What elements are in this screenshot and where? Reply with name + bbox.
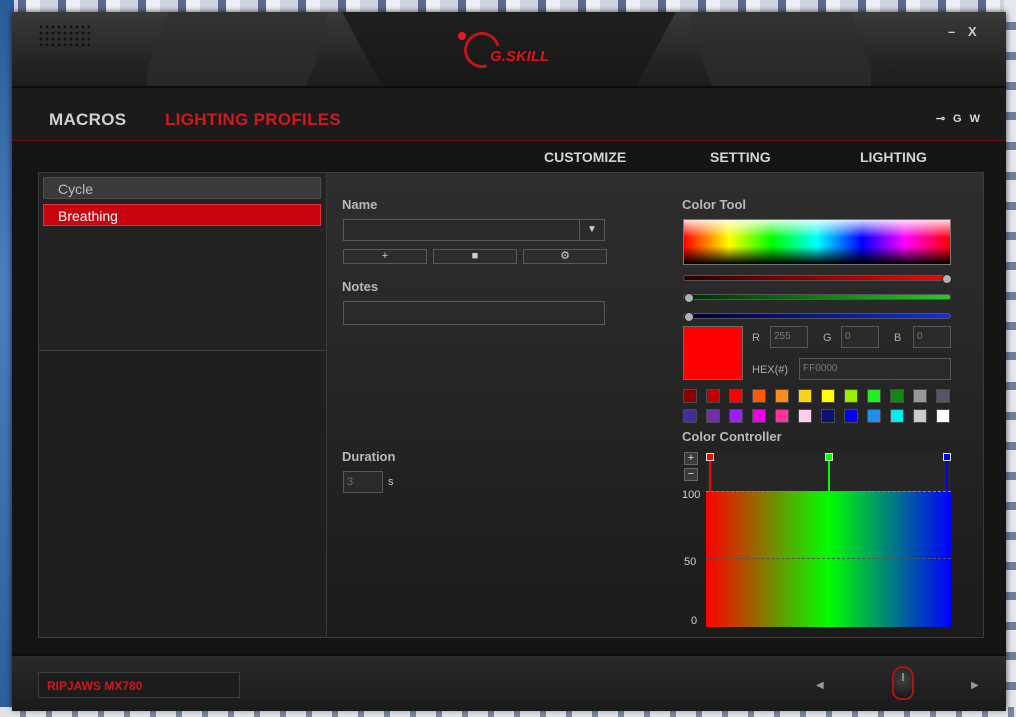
gradient-stop-stem [827,461,830,491]
duration-input[interactable]: 3 [343,471,383,493]
duration-unit: s [388,476,394,488]
next-device-button[interactable]: ▶ [971,680,979,691]
palette-swatch[interactable] [683,389,697,403]
gradient-preview [706,491,951,627]
delete-profile-button[interactable]: ■ [433,249,517,264]
y-tick-0: 0 [691,615,698,627]
nav-icon-group: ⊸ G W [928,112,980,125]
palette-swatch[interactable] [913,389,927,403]
title-bar[interactable]: G.SKILL – X [12,12,1006,88]
palette-swatch[interactable] [798,389,812,403]
palette-swatch[interactable] [775,409,789,423]
palette-swatch[interactable] [821,389,835,403]
palette-swatch[interactable] [936,389,950,403]
palette-swatch[interactable] [752,409,766,423]
palette-swatch[interactable] [844,389,858,403]
b-input[interactable]: 0 [913,326,951,348]
palette-swatch[interactable] [775,389,789,403]
palette-swatch[interactable] [867,409,881,423]
blue-slider-handle[interactable] [684,312,694,322]
green-slider[interactable] [683,293,951,303]
notes-label: Notes [342,279,379,294]
subtab-setting[interactable]: SETTING [710,149,771,165]
palette-swatch[interactable] [890,409,904,423]
notes-field[interactable] [343,301,605,325]
w-button[interactable]: W [970,113,980,125]
palette-swatch[interactable] [752,389,766,403]
effect-item-cycle[interactable]: Cycle [43,177,321,199]
palette-swatch[interactable] [798,409,812,423]
r-input[interactable]: 255 [770,326,808,348]
add-stop-button[interactable]: + [684,452,698,465]
chevron-down-icon[interactable]: ▼ [579,220,604,240]
blue-slider[interactable] [683,312,951,322]
red-slider[interactable] [683,274,952,284]
previous-device-button[interactable]: ◀ [816,680,824,691]
y-tick-100: 100 [682,489,701,501]
device-bar: RIPJAWS MX780 ◀ ▶ [12,654,1006,711]
effect-item-breathing[interactable]: Breathing [43,204,321,226]
current-color-swatch [683,326,743,380]
main-nav: MACROS LIGHTING PROFILES ⊸ G W [12,88,1006,141]
tab-lighting-profiles[interactable]: LIGHTING PROFILES [165,110,341,130]
palette-swatch[interactable] [706,409,720,423]
red-slider-handle[interactable] [942,274,952,284]
gradient-top-line [706,491,951,492]
effect-list-lower-area [39,351,327,637]
gradient-stop-marker[interactable] [706,453,714,461]
color-spectrum-picker[interactable] [683,219,951,265]
palette-swatch[interactable] [821,409,835,423]
y-tick-50: 50 [684,556,697,568]
subtab-lighting[interactable]: LIGHTING [860,149,927,165]
device-name: RIPJAWS MX780 [47,679,143,693]
lighting-editor-panel: Name ▼ + ■ ⚙ Notes Duration 3 s Color To… [326,172,984,638]
mouse-device-icon[interactable] [892,666,914,700]
gradient-stop-marker[interactable] [824,453,833,461]
palette-swatch[interactable] [729,389,743,403]
palette-swatch[interactable] [844,409,858,423]
speaker-grille [38,24,90,46]
palette-swatch[interactable] [867,389,881,403]
minimize-button[interactable]: – [948,24,955,39]
g-button[interactable]: G [953,113,962,125]
tab-macros[interactable]: MACROS [49,110,126,130]
app-window: G.SKILL – X MACROS LIGHTING PROFILES ⊸ G W… [12,12,1006,711]
close-button[interactable]: X [968,24,977,39]
palette-swatch[interactable] [913,409,927,423]
title-bar-bevel-right [691,12,871,86]
green-slider-handle[interactable] [684,293,694,303]
palette-swatch[interactable] [936,409,950,423]
r-label: R [752,332,760,344]
title-bar-bevel-left [147,12,327,86]
gradient-midline [706,558,951,559]
name-label: Name [342,197,378,212]
gradient-stop-stem [946,461,948,491]
hex-input[interactable]: FF0000 [799,358,951,380]
duration-label: Duration [342,449,396,464]
subtab-customize[interactable]: CUSTOMIZE [544,149,626,165]
remove-stop-button[interactable]: − [684,468,698,481]
effect-list-panel: Cycle Breathing [38,172,328,638]
name-dropdown[interactable]: ▼ [343,219,605,241]
hex-label: HEX(#) [752,364,789,376]
palette-swatch[interactable] [706,389,720,403]
color-controller-title: Color Controller [682,429,782,444]
color-tool-title: Color Tool [682,197,747,212]
logo-dot-icon [458,32,466,40]
usb-icon[interactable]: ⊸ [936,113,945,125]
palette-swatch[interactable] [683,409,697,423]
gradient-stop-stem [709,461,711,491]
palette-swatch[interactable] [729,409,743,423]
palette-swatch[interactable] [890,389,904,403]
profile-settings-button[interactable]: ⚙ [523,249,607,264]
g-label: G [823,332,832,344]
b-label: B [894,332,902,344]
gskill-logo: G.SKILL [456,25,576,75]
gradient-stop-marker[interactable] [943,453,951,461]
device-name-box: RIPJAWS MX780 [38,672,240,698]
g-input[interactable]: 0 [841,326,879,348]
logo-text: G.SKILL [490,48,550,65]
add-profile-button[interactable]: + [343,249,427,264]
